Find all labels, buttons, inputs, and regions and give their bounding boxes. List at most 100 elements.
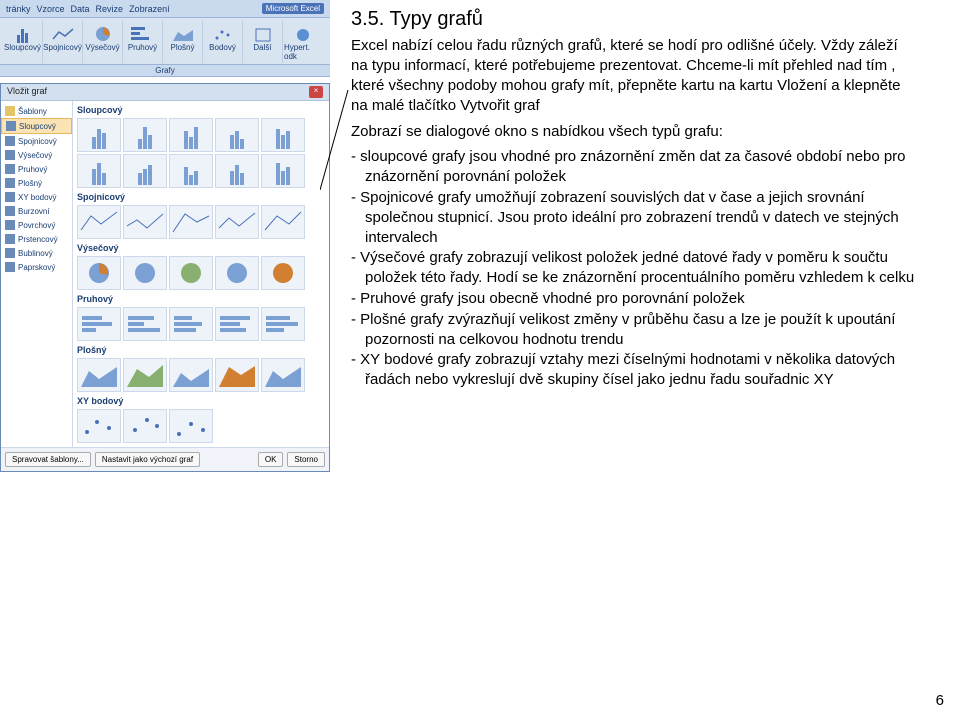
chart-thumb[interactable]	[77, 358, 121, 392]
sidebar-item-label: Paprskový	[18, 263, 55, 272]
chart-type-area[interactable]: Plošný	[163, 21, 203, 63]
chart-thumb[interactable]	[169, 118, 213, 152]
thumb-row-column	[75, 116, 327, 190]
ok-button[interactable]: OK	[258, 452, 284, 467]
chart-thumb[interactable]	[261, 154, 305, 188]
chart-thumb[interactable]	[123, 205, 167, 239]
chart-type-scatter[interactable]: Bodový	[203, 21, 243, 63]
pie-chart-icon	[5, 150, 15, 160]
manage-templates-button[interactable]: Spravovat šablony...	[5, 452, 91, 467]
sidebar-item-label: Spojnicový	[18, 137, 57, 146]
sidebar-item-surface[interactable]: Povrchový	[1, 218, 72, 232]
section-title: Pruhový	[75, 292, 327, 305]
chart-type-label: Bodový	[209, 43, 236, 52]
chart-thumb[interactable]	[77, 256, 121, 290]
sidebar-item-area[interactable]: Plošný	[1, 176, 72, 190]
chart-type-column[interactable]: Sloupcový	[3, 21, 43, 63]
chart-thumb[interactable]	[123, 154, 167, 188]
ribbon-tab[interactable]: Zobrazení	[129, 4, 170, 14]
bubble-chart-icon	[5, 248, 15, 258]
dialog-intro-paragraph: Zobrazí se dialogové okno s nabídkou vše…	[351, 122, 915, 142]
surface-chart-icon	[5, 220, 15, 230]
chart-thumb[interactable]	[169, 205, 213, 239]
chart-thumb[interactable]	[261, 307, 305, 341]
cancel-button[interactable]: Storno	[287, 452, 325, 467]
sidebar-item-bubble[interactable]: Bublinový	[1, 246, 72, 260]
sidebar-item-pie[interactable]: Výsečový	[1, 148, 72, 162]
chart-type-label: Sloupcový	[4, 43, 41, 52]
sidebar-templates[interactable]: Šablony	[1, 104, 72, 118]
sidebar-item-label: Plošný	[18, 179, 42, 188]
sidebar-item-bar[interactable]: Pruhový	[1, 162, 72, 176]
chart-type-label: Spojnicový	[43, 43, 82, 52]
bar-chart-icon	[131, 23, 155, 43]
chart-thumb[interactable]	[77, 154, 121, 188]
section-heading: 3.5. Typy grafů	[351, 6, 915, 32]
chart-type-pie[interactable]: Výsečový	[83, 21, 123, 63]
chart-type-other[interactable]: Další	[243, 21, 283, 63]
chart-thumb[interactable]	[77, 118, 121, 152]
scatter-chart-icon	[5, 192, 15, 202]
sidebar-item-radar[interactable]: Paprskový	[1, 260, 72, 274]
chart-type-bar[interactable]: Pruhový	[123, 21, 163, 63]
chart-thumb[interactable]	[215, 118, 259, 152]
doughnut-chart-icon	[5, 234, 15, 244]
ribbon-tab[interactable]: tránky	[6, 4, 31, 14]
chart-thumb[interactable]	[123, 409, 167, 443]
chart-type-description: - XY bodové grafy zobrazují vztahy mezi …	[365, 350, 915, 390]
sidebar-item-label: Výsečový	[18, 151, 52, 160]
hyperlink-button[interactable]: Hypert. odk	[283, 21, 323, 63]
chart-thumb[interactable]	[169, 409, 213, 443]
chart-thumb[interactable]	[169, 256, 213, 290]
chart-type-description: - Výsečové grafy zobrazují velikost polo…	[365, 248, 915, 288]
chart-type-description: - Plošné grafy zvýrazňují velikost změny…	[365, 310, 915, 350]
set-default-button[interactable]: Nastavit jako výchozí graf	[95, 452, 200, 467]
scatter-chart-icon	[211, 23, 235, 43]
ribbon-tab[interactable]: Vzorce	[37, 4, 65, 14]
chart-thumb[interactable]	[169, 154, 213, 188]
chart-thumb[interactable]	[77, 409, 121, 443]
sidebar-item-line[interactable]: Spojnicový	[1, 134, 72, 148]
ribbon-tab[interactable]: Revize	[96, 4, 124, 14]
sidebar-item-scatter[interactable]: XY bodový	[1, 190, 72, 204]
sidebar-item-column[interactable]: Sloupcový	[1, 118, 72, 134]
sidebar-item-label: Prstencový	[18, 235, 58, 244]
chart-thumb[interactable]	[169, 358, 213, 392]
chart-type-label: Další	[253, 43, 271, 52]
chart-type-label: Plošný	[170, 43, 194, 52]
chart-thumb[interactable]	[215, 307, 259, 341]
chart-thumb[interactable]	[77, 205, 121, 239]
chart-thumb[interactable]	[215, 205, 259, 239]
column-chart-icon	[11, 23, 35, 43]
chart-thumb[interactable]	[77, 307, 121, 341]
sidebar-item-label: Bublinový	[18, 249, 53, 258]
chart-type-description: - Pruhové grafy jsou obecně vhodné pro p…	[365, 289, 915, 309]
chart-thumb[interactable]	[215, 256, 259, 290]
thumb-row-bar	[75, 305, 327, 343]
sidebar-item-doughnut[interactable]: Prstencový	[1, 232, 72, 246]
sidebar-item-stock[interactable]: Burzovní	[1, 204, 72, 218]
dialog-main: Sloupcový Spojnicový	[73, 101, 329, 447]
chart-thumb[interactable]	[261, 205, 305, 239]
chart-thumb[interactable]	[123, 358, 167, 392]
intro-paragraph: Excel nabízí celou řadu různých grafů, k…	[351, 36, 915, 115]
chart-type-label: Pruhový	[128, 43, 157, 52]
chart-thumb[interactable]	[215, 154, 259, 188]
chart-type-description: - Spojnicové grafy umožňují zobrazení so…	[365, 188, 915, 247]
chart-thumb[interactable]	[215, 358, 259, 392]
ribbon-group-label: Grafy	[0, 65, 330, 77]
chart-thumb[interactable]	[123, 256, 167, 290]
ribbon-tab[interactable]: Data	[71, 4, 90, 14]
chart-thumb[interactable]	[123, 118, 167, 152]
chart-thumb[interactable]	[169, 307, 213, 341]
chart-thumb[interactable]	[261, 358, 305, 392]
chart-type-line[interactable]: Spojnicový	[43, 21, 83, 63]
dialog-title: Vložit graf	[7, 86, 47, 98]
chart-thumb[interactable]	[261, 256, 305, 290]
chart-thumb[interactable]	[261, 118, 305, 152]
stock-chart-icon	[5, 206, 15, 216]
chart-thumb[interactable]	[123, 307, 167, 341]
section-title: Sloupcový	[75, 103, 327, 116]
other-charts-icon	[251, 23, 275, 43]
close-icon[interactable]: ×	[309, 86, 323, 98]
